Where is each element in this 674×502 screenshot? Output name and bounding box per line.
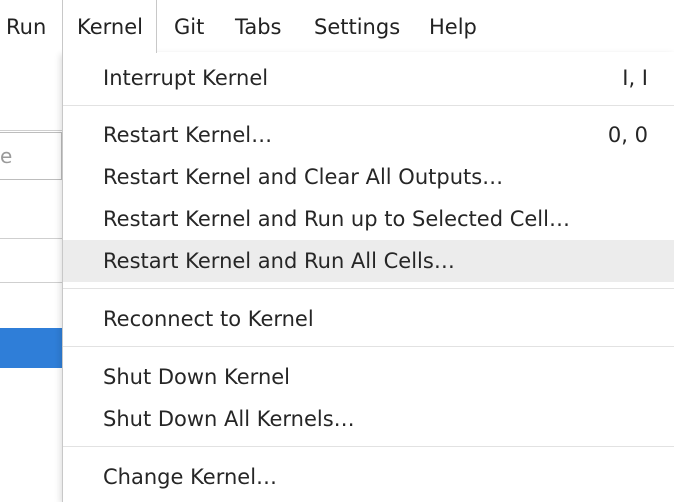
menu-item-label: Interrupt Kernel — [103, 66, 269, 90]
toolbar-divider — [0, 130, 62, 131]
menu-separator — [63, 446, 674, 447]
menu-settings[interactable]: Settings — [300, 0, 414, 52]
menu-item-shut-down-all-kernels[interactable]: Shut Down All Kernels… — [63, 398, 674, 440]
menu-item-restart-run-all[interactable]: Restart Kernel and Run All Cells… — [63, 240, 674, 282]
menu-separator — [63, 105, 674, 106]
file-filter-input[interactable]: e — [0, 132, 62, 180]
menu-help[interactable]: Help — [415, 0, 491, 52]
menu-tabs[interactable]: Tabs — [221, 0, 296, 52]
menu-item-reconnect-kernel[interactable]: Reconnect to Kernel — [63, 298, 674, 340]
menu-item-label: Restart Kernel and Clear All Outputs… — [103, 165, 504, 189]
menu-item-shortcut: 0, 0 — [607, 123, 648, 147]
menu-item-interrupt-kernel[interactable]: Interrupt Kernel I, I — [63, 57, 674, 99]
menu-item-label: Change Kernel… — [103, 465, 278, 489]
menu-item-label: Restart Kernel… — [103, 123, 273, 147]
selected-file-row[interactable] — [0, 328, 62, 368]
file-browser-panel: e — [0, 52, 62, 502]
menu-item-restart-kernel[interactable]: Restart Kernel… 0, 0 — [63, 114, 674, 156]
menu-item-restart-run-to-selected[interactable]: Restart Kernel and Run up to Selected Ce… — [63, 198, 674, 240]
menu-separator — [63, 288, 674, 289]
kernel-menu: Interrupt Kernel I, I Restart Kernel… 0,… — [62, 52, 674, 502]
top-menubar: Run Kernel Git Tabs Settings Help — [0, 0, 674, 53]
menu-item-label: Restart Kernel and Run up to Selected Ce… — [103, 207, 570, 231]
menu-item-label: Restart Kernel and Run All Cells… — [103, 249, 455, 273]
menu-item-label: Reconnect to Kernel — [103, 307, 314, 331]
menu-item-restart-clear-outputs[interactable]: Restart Kernel and Clear All Outputs… — [63, 156, 674, 198]
list-divider — [0, 282, 62, 283]
menu-item-label: Shut Down All Kernels… — [103, 407, 355, 431]
menu-git[interactable]: Git — [160, 0, 218, 52]
menu-item-shut-down-kernel[interactable]: Shut Down Kernel — [63, 356, 674, 398]
menu-item-change-kernel[interactable]: Change Kernel… — [63, 456, 674, 498]
menu-item-shortcut: I, I — [622, 66, 648, 90]
menu-separator — [63, 346, 674, 347]
list-divider — [0, 238, 62, 239]
menu-run[interactable]: Run — [0, 0, 60, 52]
menu-kernel[interactable]: Kernel — [62, 0, 157, 53]
menu-item-label: Shut Down Kernel — [103, 365, 291, 389]
